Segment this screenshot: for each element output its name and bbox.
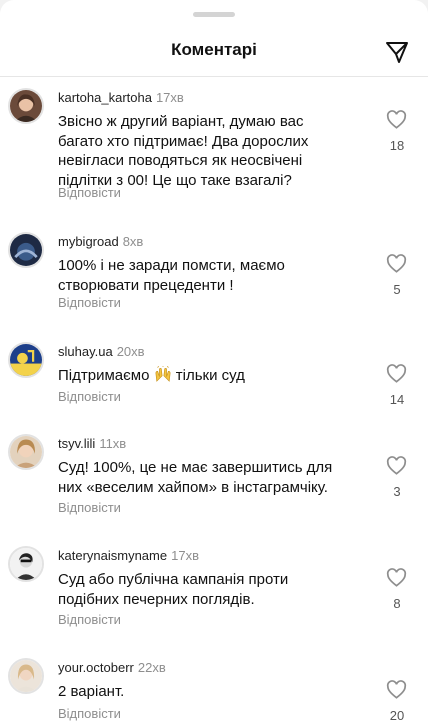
- comment-time: 22хв: [137, 660, 166, 675]
- username[interactable]: kartoha_kartoha: [58, 90, 152, 105]
- paper-plane-icon[interactable]: [385, 40, 409, 64]
- comment-meta: mybigroad 8хв: [58, 234, 143, 249]
- comment-text-part: Підтримаємо: [58, 367, 150, 384]
- avatar[interactable]: [8, 232, 44, 268]
- username[interactable]: sluhay.ua: [58, 344, 113, 359]
- username[interactable]: katerynaismyname: [58, 548, 167, 563]
- like-count: 18: [389, 138, 405, 153]
- comment-meta: kartoha_kartoha 17хв: [58, 90, 184, 105]
- page-title: Коментарі: [171, 40, 257, 59]
- username[interactable]: your.octoberr: [58, 660, 134, 675]
- comment-meta: sluhay.ua 20хв: [58, 344, 145, 359]
- like-count: 20: [389, 708, 405, 723]
- comment-text: Суд! 100%, це не має завершитись для них…: [58, 459, 333, 496]
- comment-time: 11хв: [99, 436, 127, 451]
- comment-meta: your.octoberr 22хв: [58, 660, 166, 675]
- avatar[interactable]: [8, 658, 44, 694]
- comment-text: Суд або публічна кампанія проти подібних…: [58, 571, 289, 608]
- username[interactable]: tsyv.lili: [58, 436, 95, 451]
- heart-icon[interactable]: [386, 110, 407, 129]
- header-divider: [0, 76, 428, 77]
- sheet-grabber[interactable]: [193, 12, 235, 17]
- heart-icon[interactable]: [386, 568, 407, 587]
- avatar[interactable]: [8, 546, 44, 582]
- avatar[interactable]: [8, 88, 44, 124]
- comment-time: 17хв: [171, 548, 199, 563]
- comment-time: 20хв: [116, 344, 145, 359]
- heart-icon[interactable]: [386, 254, 407, 273]
- reply-button[interactable]: Відповісти: [58, 612, 121, 627]
- reply-button[interactable]: Відповісти: [58, 389, 121, 404]
- comment-time: 17хв: [155, 90, 184, 105]
- avatar[interactable]: [8, 342, 44, 378]
- reply-button[interactable]: Відповісти: [58, 295, 121, 310]
- comment-time: 8хв: [122, 234, 144, 249]
- heart-icon[interactable]: [386, 680, 407, 699]
- reply-button[interactable]: Відповісти: [58, 185, 121, 200]
- like-count: 5: [393, 282, 401, 297]
- heart-icon[interactable]: [386, 364, 407, 383]
- reply-button[interactable]: Відповісти: [58, 706, 121, 721]
- heart-icon[interactable]: [386, 456, 407, 475]
- like-count: 8: [393, 596, 401, 611]
- comment-text: Звісно ж другий варіант, думаю вас багат…: [58, 113, 309, 189]
- avatar[interactable]: [8, 434, 44, 470]
- comment-text: 100% і не заради помсти, маємо створюват…: [58, 257, 285, 294]
- username[interactable]: mybigroad: [58, 234, 119, 249]
- comment-text: 2 варіант.: [58, 683, 125, 700]
- raising-hands-emoji-icon: [155, 366, 171, 382]
- reply-button[interactable]: Відповісти: [58, 500, 121, 515]
- comment-text-part: тільки суд: [175, 367, 245, 384]
- comments-sheet: Коментарі kartoha_kartoha 17хв Звісно ж д…: [0, 0, 428, 728]
- comment-text: Підтримаємо тільки суд: [58, 366, 348, 386]
- like-count: 14: [389, 392, 405, 407]
- like-count: 3: [393, 484, 401, 499]
- comment-meta: tsyv.lili 11хв: [58, 436, 126, 451]
- comment-meta: katerynaismyname 17хв: [58, 548, 199, 563]
